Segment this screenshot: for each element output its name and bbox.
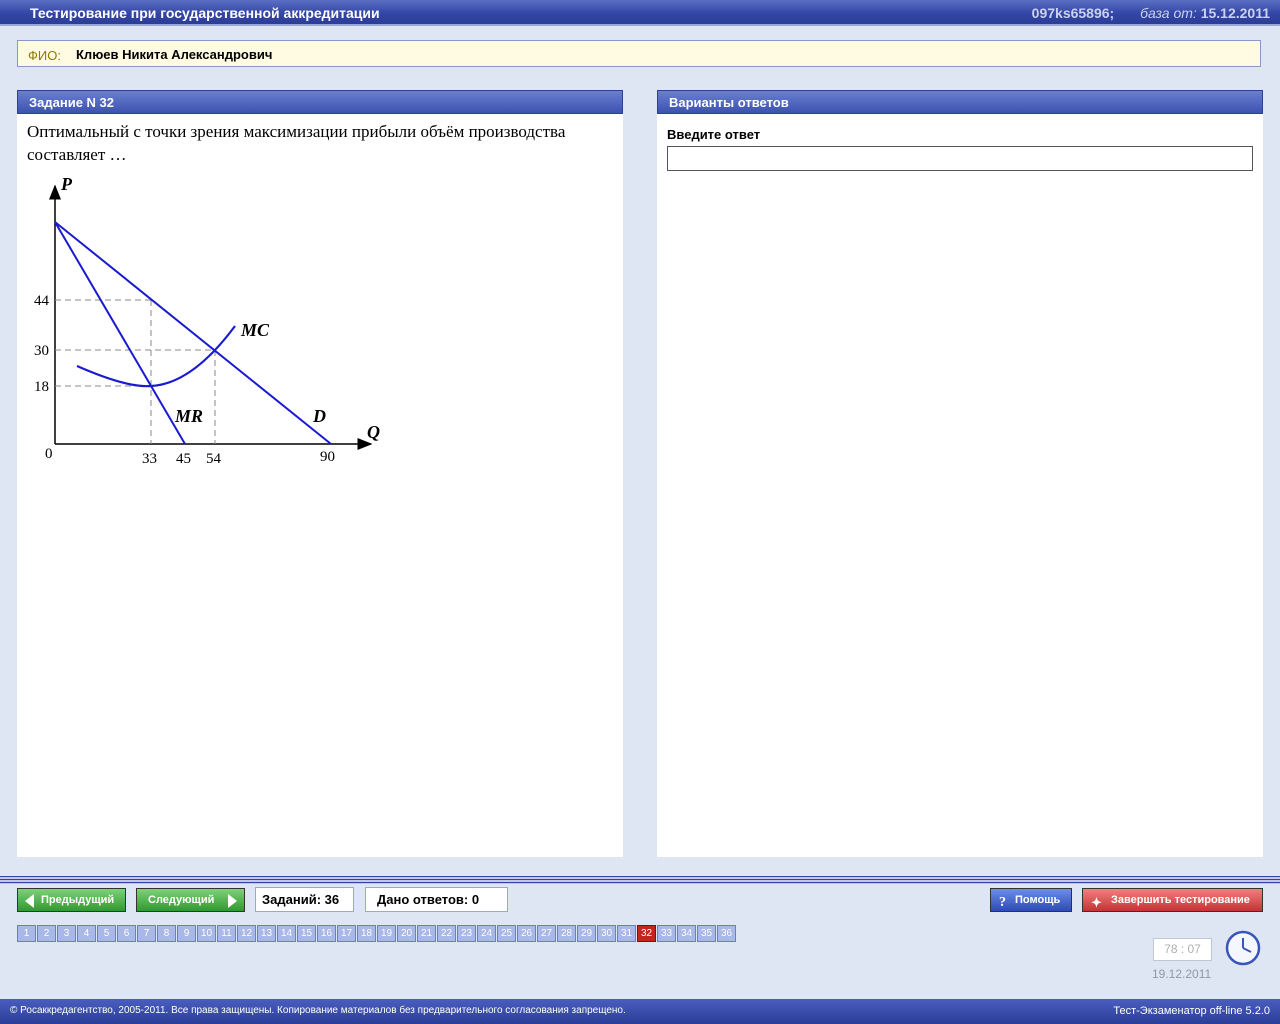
- nav-question-16[interactable]: 16: [317, 925, 336, 942]
- d-label: D: [312, 406, 326, 426]
- answer-panel: Варианты ответов Введите ответ: [657, 90, 1263, 857]
- x-tick-90: 90: [320, 449, 335, 465]
- nav-question-30[interactable]: 30: [597, 925, 616, 942]
- student-label: ФИО:: [28, 48, 61, 63]
- axis-q-label: Q: [367, 422, 380, 442]
- nav-question-20[interactable]: 20: [397, 925, 416, 942]
- nav-question-21[interactable]: 21: [417, 925, 436, 942]
- economics-graph: P Q 0 44 30 18 33 45 54 90 MC MR D: [34, 174, 380, 467]
- timer: 78 : 07: [1153, 938, 1212, 961]
- nav-question-31[interactable]: 31: [617, 925, 636, 942]
- nav-question-5[interactable]: 5: [97, 925, 116, 942]
- nav-question-34[interactable]: 34: [677, 925, 696, 942]
- nav-question-6[interactable]: 6: [117, 925, 136, 942]
- nav-question-24[interactable]: 24: [477, 925, 496, 942]
- nav-question-1[interactable]: 1: [17, 925, 36, 942]
- version-text: Тест-Экзаменатор off-line 5.2.0: [1113, 1005, 1270, 1017]
- help-button[interactable]: ? Помощь: [990, 888, 1072, 912]
- nav-question-29[interactable]: 29: [577, 925, 596, 942]
- arrow-left-icon: [25, 894, 34, 908]
- nav-question-17[interactable]: 17: [337, 925, 356, 942]
- nav-question-35[interactable]: 35: [697, 925, 716, 942]
- nav-question-19[interactable]: 19: [377, 925, 396, 942]
- nav-question-4[interactable]: 4: [77, 925, 96, 942]
- task-title: Задание N 32: [17, 90, 623, 114]
- x-tick-33: 33: [142, 451, 157, 467]
- header-info: 097ks65896; база от: 15.12.2011: [1032, 5, 1270, 21]
- x-tick-45: 45: [176, 451, 191, 467]
- nav-question-14[interactable]: 14: [277, 925, 296, 942]
- title-bar: Тестирование при государственной аккреди…: [0, 0, 1280, 26]
- nav-question-18[interactable]: 18: [357, 925, 376, 942]
- app-title: Тестирование при государственной аккреди…: [30, 5, 380, 21]
- nav-question-7[interactable]: 7: [137, 925, 156, 942]
- axis-p-label: P: [60, 174, 73, 194]
- student-name: Клюев Никита Александрович: [76, 47, 273, 62]
- nav-question-27[interactable]: 27: [537, 925, 556, 942]
- nav-question-12[interactable]: 12: [237, 925, 256, 942]
- finish-label: Завершить тестирование: [1111, 894, 1250, 906]
- answer-input[interactable]: [667, 146, 1253, 171]
- y-tick-30: 30: [34, 343, 49, 359]
- next-label: Следующий: [148, 894, 215, 906]
- nav-question-2[interactable]: 2: [37, 925, 56, 942]
- mc-curve: [76, 325, 236, 388]
- y-tick-18: 18: [34, 379, 49, 395]
- answers-count: Дано ответов: 0: [365, 887, 508, 912]
- previous-label: Предыдущий: [41, 894, 115, 906]
- nav-question-28[interactable]: 28: [557, 925, 576, 942]
- arrow-right-icon: [228, 894, 237, 908]
- tasks-count: Заданий: 36: [255, 887, 354, 912]
- nav-question-32[interactable]: 32: [637, 925, 656, 942]
- clock-icon: [1225, 930, 1261, 966]
- student-bar: ФИО: Клюев Никита Александрович: [17, 40, 1261, 67]
- mr-label: MR: [174, 406, 203, 426]
- help-label: Помощь: [1015, 894, 1061, 906]
- nav-question-33[interactable]: 33: [657, 925, 676, 942]
- y-tick-44: 44: [34, 293, 50, 309]
- nav-question-11[interactable]: 11: [217, 925, 236, 942]
- nav-question-36[interactable]: 36: [717, 925, 736, 942]
- finish-test-button[interactable]: ✦ Завершить тестирование: [1082, 888, 1263, 912]
- footer: © Росаккредагентство, 2005-2011. Все пра…: [0, 999, 1280, 1024]
- session-id: 097ks65896;: [1031, 5, 1115, 21]
- running-man-icon: ✦: [1091, 895, 1102, 910]
- answer-panel-title: Варианты ответов: [657, 90, 1263, 114]
- answer-prompt: Введите ответ: [667, 127, 761, 142]
- db-date: 15.12.2011: [1200, 5, 1270, 21]
- nav-question-10[interactable]: 10: [197, 925, 216, 942]
- copyright-text: © Росаккредагентство, 2005-2011. Все пра…: [10, 1005, 626, 1016]
- nav-question-9[interactable]: 9: [177, 925, 196, 942]
- nav-question-8[interactable]: 8: [157, 925, 176, 942]
- nav-question-25[interactable]: 25: [497, 925, 516, 942]
- next-button[interactable]: Следующий: [136, 888, 245, 912]
- origin-label: 0: [45, 446, 53, 462]
- mr-curve: [54, 221, 186, 445]
- db-label: база от:: [1140, 5, 1197, 21]
- question-mark-icon: ?: [999, 895, 1006, 910]
- task-panel: Задание N 32 Оптимальный с точки зрения …: [17, 90, 623, 857]
- mc-label: MC: [240, 320, 270, 340]
- x-tick-54: 54: [206, 451, 222, 467]
- divider-band: [0, 876, 1280, 884]
- nav-question-22[interactable]: 22: [437, 925, 456, 942]
- nav-question-13[interactable]: 13: [257, 925, 276, 942]
- nav-question-26[interactable]: 26: [517, 925, 536, 942]
- nav-question-23[interactable]: 23: [457, 925, 476, 942]
- nav-question-3[interactable]: 3: [57, 925, 76, 942]
- question-text: Оптимальный с точки зрения максимизации …: [27, 122, 566, 164]
- nav-question-15[interactable]: 15: [297, 925, 316, 942]
- previous-button[interactable]: Предыдущий: [17, 888, 126, 912]
- current-date: 19.12.2011: [1152, 967, 1212, 981]
